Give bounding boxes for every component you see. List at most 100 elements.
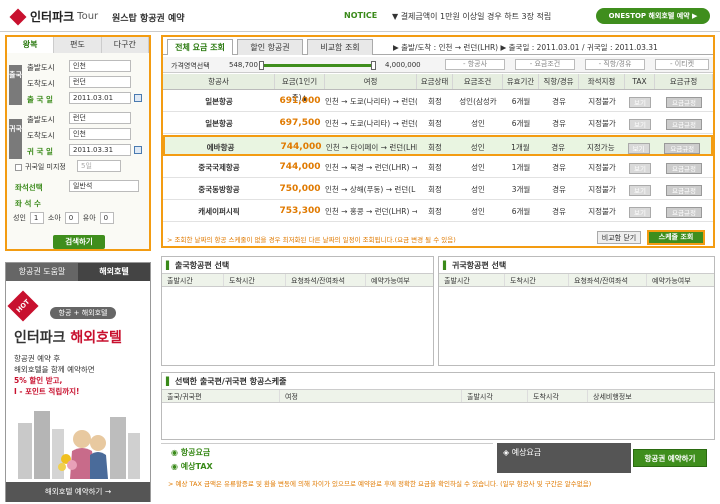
ret-from-input[interactable]: 런던 (69, 112, 131, 124)
cell-seat: 지정가능 (587, 143, 615, 152)
arrive-city-label-2: 도착도시 (27, 131, 55, 140)
cell-status: 회정 (428, 163, 442, 172)
tax-label: 예상TAX (180, 462, 213, 471)
depart-date-input[interactable]: 2011.03.01 (69, 92, 131, 104)
interpark-logo[interactable]: 인터파크 Tour (9, 8, 98, 25)
price-range-label: 가격영역선택 (171, 62, 210, 70)
results-table-header: 항공사 요금(1인기준)▲ 여정 요금상태 요금조건 유효기간 직항/경유 좌석… (163, 74, 713, 102)
fare-summary: ◉ 항공요금 ◉ 예상TAX (161, 443, 493, 477)
tab-flight-help[interactable]: 항공권 도움말 (6, 263, 78, 281)
price-min: 548,700 (229, 61, 258, 69)
adult-count-select[interactable]: 1 (29, 212, 44, 224)
ad-line1: 항공권 예약 후 (14, 354, 61, 363)
tab-oneway[interactable]: 편도 (54, 37, 102, 53)
sched-col-depart: 출발시각 (462, 390, 528, 402)
expected-label: 예상요금 (511, 448, 542, 457)
onestop-hotel-button[interactable]: ONESTOP 해외호텔 예약 ▶ (596, 8, 710, 24)
col-price[interactable]: 요금(1인기준)▲ (275, 74, 325, 102)
ret-to-select[interactable]: 인천 (69, 128, 131, 140)
slider-min-handle[interactable] (259, 61, 264, 70)
tab-all-fares[interactable]: 전체 요금 조회 (167, 39, 233, 55)
cell-cond: 성인 (471, 207, 485, 216)
out-from-select[interactable]: 인천 (69, 60, 131, 72)
search-panel: 왕복 편도 다구간 출국 출발도시 인천 도착도시 런던 출 국 일 2011.… (5, 35, 151, 251)
cell-via: 경유 (551, 143, 566, 152)
cell-status: 회정 (428, 119, 442, 128)
calendar-icon-2[interactable] (134, 146, 142, 154)
schedule-search-button[interactable]: 스케줄 조회 (647, 230, 705, 245)
cell-airline: 중국동방항공 (198, 185, 240, 194)
eticket-select[interactable]: - 이티켓 (655, 59, 709, 70)
fare-rule-button[interactable]: 요금규정 (666, 206, 702, 218)
out-col-arrive: 도착시간 (224, 274, 286, 286)
table-row[interactable]: 일본항공 691,000 인천 → 도쿄(나리타) → 런던(회정 성인(삼성카 6개월… (163, 91, 713, 112)
cell-cond: 성인(삼성카 (459, 97, 497, 106)
book-ticket-button[interactable]: 항공권 예약하기 (633, 449, 707, 467)
ret-col-depart: 출발시간 (439, 274, 505, 286)
table-row[interactable]: 캐세이퍼시픽 753,300 인천 → 홍콩 → 런던(LHR) → 회정 성인 6개월 경… (163, 201, 713, 222)
tab-overseas-hotel[interactable]: 해외호텔 (78, 263, 150, 281)
tax-view-button[interactable]: 보기 (629, 96, 651, 108)
cell-price: 744,000 (279, 162, 321, 172)
return-date-input[interactable]: 2011.03.31 (69, 144, 131, 156)
cell-price: 697,500 (279, 118, 321, 128)
cell-rule: 요금규정 (655, 91, 713, 111)
return-title-text: 귀국항공편 선택 (451, 261, 507, 270)
fare-row: ◉ 항공요금 (171, 448, 211, 457)
ad-line3: 5% 할인 받고, (14, 376, 63, 385)
table-row[interactable]: 에바항공 744,000 인천 → 타이페이 → 런던(LHR) 회정 성인 1개월 경유 지… (163, 135, 713, 156)
tab-discount[interactable]: 할인 항공권 (237, 39, 303, 55)
fare-rule-button[interactable]: 요금규정 (666, 162, 702, 174)
price-max: 4,000,000 (385, 61, 421, 69)
cell-price: 750,000 (279, 184, 321, 194)
schedule-panel-title: ▌ 선택한 출국편/귀국편 항공스케줄 (166, 377, 287, 386)
cell-seat: 지정불가 (588, 97, 616, 106)
fare-condition-select[interactable]: - 요금조건 (515, 59, 575, 70)
tax-view-button[interactable]: 보기 (629, 162, 651, 174)
tab-roundtrip[interactable]: 왕복 (7, 37, 55, 53)
infant-count-select[interactable]: 0 (99, 212, 114, 224)
notice-text[interactable]: ▼ 결제금액이 1만원 이상일 경우 하트 3장 적립 (392, 11, 551, 22)
cell-itinerary: 인천 → 타이페이 → 런던(LHR) (325, 143, 418, 152)
airline-filter-select[interactable]: - 항공사 (445, 59, 505, 70)
hotel-booking-link[interactable]: 해외호텔 예약하기 → (6, 482, 150, 502)
table-row[interactable]: 중국동방항공 750,000 인천 → 상해(푸동) → 런던(L 회정 성인 3개월 경유… (163, 179, 713, 200)
tab-multicity[interactable]: 다구간 (101, 37, 149, 53)
tax-view-button[interactable]: 보기 (627, 142, 650, 154)
out-to-input[interactable]: 런던 (69, 76, 131, 88)
fare-rule-button[interactable]: 요금규정 (666, 184, 702, 196)
tax-view-button[interactable]: 보기 (629, 184, 651, 196)
table-row[interactable]: 중국국제항공 744,000 인천 → 북경 → 런던(LHR) → 회정 성인 1개월 경… (163, 157, 713, 178)
cell-airline: 중국국제항공 (198, 163, 240, 172)
tax-view-button[interactable]: 보기 (629, 118, 651, 130)
selected-schedule-panel: ▌ 선택한 출국편/귀국편 항공스케줄 출국/귀국편 여정 출발시각 도착시각 … (161, 372, 715, 440)
seat-class-select[interactable]: 일반석 (69, 180, 139, 192)
table-row[interactable]: 일본항공 697,500 인천 → 도쿄(나리타) → 런던(회정 성인 6개월 경유 지정… (163, 113, 713, 134)
route-summary: ▶ 출발/도착 : 인천 → 런던(LHR) ▶ 출국일 : 2011.03.0… (393, 43, 658, 52)
cell-via: 경유 (552, 185, 566, 194)
slider-max-handle[interactable] (371, 61, 376, 70)
fare-label: 항공요금 (180, 448, 211, 457)
search-button[interactable]: 검색하기 (53, 235, 105, 249)
return-panel-title: ▌ 귀국항공편 선택 (443, 261, 507, 270)
days-select[interactable]: 5일 (77, 160, 121, 172)
direct-via-select[interactable]: - 직항/경유 (585, 59, 645, 70)
fare-rule-button[interactable]: 요금규정 (664, 142, 701, 154)
price-slider[interactable] (261, 64, 373, 67)
cell-valid: 1개월 (511, 163, 531, 172)
col-airline[interactable]: 항공사 (163, 74, 275, 89)
cell-seat: 지정불가 (588, 119, 616, 128)
tab-compare[interactable]: 비교함 조회 (307, 39, 373, 55)
calendar-icon[interactable] (134, 94, 142, 102)
fare-rule-button[interactable]: 요금규정 (666, 96, 702, 108)
tax-view-button[interactable]: 보기 (629, 206, 651, 218)
notice-label: NOTICE (344, 11, 378, 20)
cell-airline: 캐세이퍼시픽 (198, 207, 240, 216)
compare-close-button[interactable]: 비교함 닫기 (597, 231, 641, 244)
fare-rule-button[interactable]: 요금규정 (666, 118, 702, 130)
outbound-panel-title: ▌ 출국항공편 선택 (166, 261, 230, 270)
return-side-label: 귀국 (9, 119, 22, 159)
schedule-table-header: 출국/귀국편 여정 출발시각 도착시각 상세비행정보 (162, 389, 714, 403)
child-count-select[interactable]: 0 (64, 212, 79, 224)
return-undecided-checkbox[interactable] (15, 163, 22, 171)
